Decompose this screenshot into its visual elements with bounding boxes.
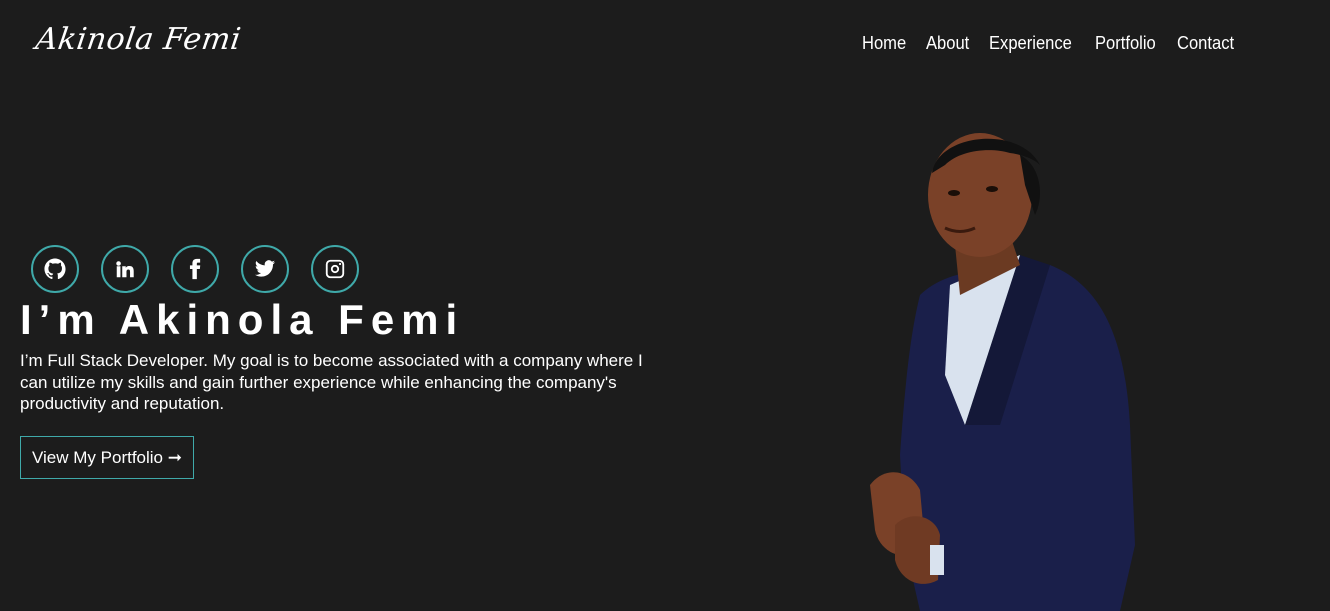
instagram-link[interactable] (311, 245, 359, 293)
linkedin-icon (116, 261, 134, 278)
nav-portfolio[interactable]: Portfolio (1095, 33, 1156, 54)
social-links (31, 245, 359, 293)
github-icon (44, 258, 66, 280)
facebook-link[interactable] (171, 245, 219, 293)
view-portfolio-button[interactable]: View My Portfolio ➞ (20, 436, 194, 479)
linkedin-link[interactable] (101, 245, 149, 293)
twitter-link[interactable] (241, 245, 289, 293)
main-nav: Home About Experience Portfolio Contact (862, 33, 1255, 54)
profile-photo (870, 133, 1135, 611)
facebook-icon (189, 258, 201, 280)
twitter-icon (254, 260, 276, 277)
hero-title: I’m Akinola Femi (20, 296, 465, 343)
instagram-icon (325, 259, 345, 279)
hero-description: I’m Full Stack Developer. My goal is to … (20, 351, 643, 413)
nav-home[interactable]: Home (862, 33, 906, 54)
nav-contact[interactable]: Contact (1177, 33, 1234, 54)
github-link[interactable] (31, 245, 79, 293)
nav-experience[interactable]: Experience (989, 33, 1072, 54)
nav-about[interactable]: About (926, 33, 969, 54)
site-logo[interactable]: Akinola Femi (34, 22, 244, 57)
page: Akinola Femi Home About Experience Portf… (0, 0, 1330, 611)
